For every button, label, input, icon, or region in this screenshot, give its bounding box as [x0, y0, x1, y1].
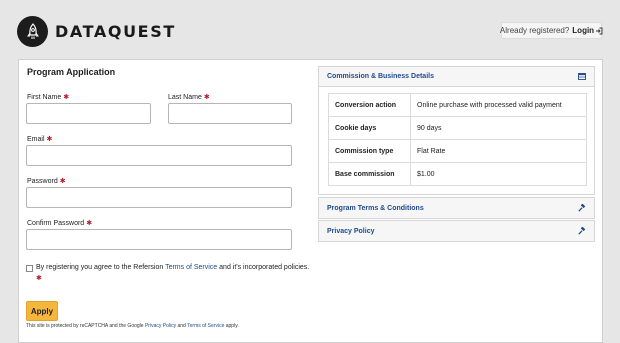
- commission-panel-header[interactable]: Commission & Business Details: [319, 67, 594, 87]
- required-icon: ✱: [63, 94, 70, 101]
- recaptcha-and: and: [177, 323, 186, 329]
- already-registered-text: Already registered?: [499, 26, 570, 35]
- table-row: Conversion action Online purchase with p…: [328, 93, 587, 117]
- row-key: Conversion action: [328, 93, 411, 117]
- terms-text: By registering you agree to the Refersio…: [36, 264, 309, 271]
- apply-button[interactable]: Apply: [26, 301, 58, 321]
- first-name-label-text: First Name: [27, 94, 62, 101]
- sign-in-icon[interactable]: [595, 27, 603, 35]
- commission-panel: Commission & Business Details Conversion…: [318, 66, 595, 195]
- terms-panel-header[interactable]: Program Terms & Conditions: [319, 198, 594, 218]
- last-name-input[interactable]: [168, 103, 292, 124]
- brand-logo[interactable]: DATAQUEST: [17, 16, 176, 47]
- confirm-password-label: Confirm Password ✱: [27, 219, 92, 227]
- required-icon: ✱: [46, 136, 53, 143]
- row-value: 90 days: [410, 116, 587, 140]
- required-icon: ✱: [59, 178, 66, 185]
- confirm-password-input[interactable]: [26, 229, 292, 250]
- email-label-text: Email: [27, 136, 45, 143]
- required-icon: ✱: [86, 220, 93, 227]
- recaptcha-suffix: apply.: [225, 323, 239, 329]
- table-row: Commission type Flat Rate: [328, 139, 587, 163]
- table-icon: [578, 73, 586, 80]
- confirm-password-label-text: Confirm Password: [27, 220, 85, 227]
- gavel-icon: [578, 227, 586, 235]
- terms-panel: Program Terms & Conditions: [318, 197, 595, 219]
- first-name-input[interactable]: [26, 103, 151, 124]
- brand-name: DATAQUEST: [55, 22, 176, 41]
- table-row: Base commission $1.00: [328, 162, 587, 186]
- commission-panel-title: Commission & Business Details: [327, 73, 434, 80]
- row-value: $1.00: [410, 162, 587, 186]
- recaptcha-prefix: This site is protected by reCAPTCHA and …: [26, 323, 144, 329]
- email-input[interactable]: [26, 145, 292, 166]
- application-card: Program Application First Name ✱ Last Nam…: [18, 59, 603, 343]
- login-prompt: Already registered? Login: [499, 22, 603, 39]
- required-icon: ✱: [203, 94, 210, 101]
- site-header: DATAQUEST Already registered? Login: [0, 0, 620, 56]
- google-privacy-link[interactable]: Privacy Policy: [145, 323, 176, 329]
- password-label: Password ✱: [27, 177, 66, 185]
- required-icon: ✱: [36, 275, 42, 282]
- password-input[interactable]: [26, 187, 292, 208]
- terms-of-service-link[interactable]: Terms of Service: [165, 264, 217, 271]
- first-name-label: First Name ✱: [27, 93, 69, 101]
- terms-suffix: and it's incorporated policies.: [219, 264, 310, 271]
- table-row: Cookie days 90 days: [328, 116, 587, 140]
- gavel-icon: [578, 204, 586, 212]
- row-key: Commission type: [328, 139, 411, 163]
- rocket-icon: [17, 16, 48, 47]
- commission-table: Conversion action Online purchase with p…: [328, 93, 587, 186]
- row-key: Cookie days: [328, 116, 411, 140]
- password-label-text: Password: [27, 178, 58, 185]
- terms-checkbox[interactable]: [26, 265, 33, 272]
- login-link[interactable]: Login: [572, 26, 594, 35]
- email-label: Email ✱: [27, 135, 52, 143]
- terms-panel-title: Program Terms & Conditions: [327, 204, 424, 212]
- form-title: Program Application: [27, 67, 116, 77]
- terms-prefix: By registering you agree to the Refersio…: [36, 264, 164, 271]
- privacy-panel-title: Privacy Policy: [327, 227, 375, 235]
- privacy-panel: Privacy Policy: [318, 220, 595, 242]
- last-name-label: Last Name ✱: [168, 93, 210, 101]
- recaptcha-notice: This site is protected by reCAPTCHA and …: [26, 323, 239, 329]
- google-terms-link[interactable]: Terms of Service: [187, 323, 224, 329]
- privacy-panel-header[interactable]: Privacy Policy: [319, 221, 594, 241]
- last-name-label-text: Last Name: [168, 94, 202, 101]
- row-value: Flat Rate: [410, 139, 587, 163]
- row-value: Online purchase with processed valid pay…: [410, 93, 587, 117]
- row-key: Base commission: [328, 162, 411, 186]
